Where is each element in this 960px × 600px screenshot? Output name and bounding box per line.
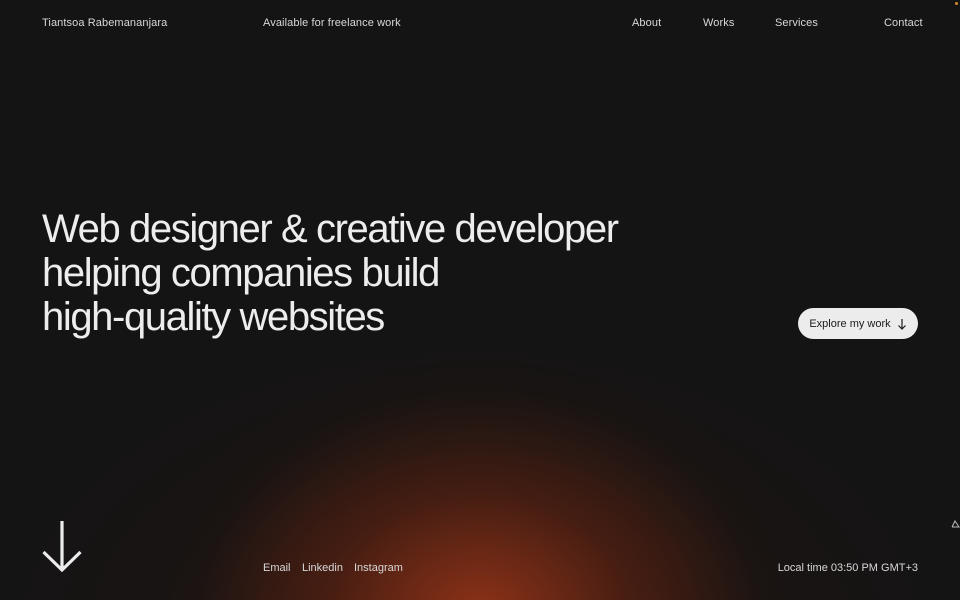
headline-line-3: high-quality websites bbox=[42, 295, 385, 339]
nav-contact-link[interactable]: Contact bbox=[884, 17, 923, 29]
arrow-down-icon bbox=[897, 318, 906, 330]
headline-line-1: Web designer & creative developer bbox=[42, 207, 619, 251]
availability-status: Available for freelance work bbox=[263, 17, 401, 29]
local-time: Local time 03:50 PM GMT+3 bbox=[777, 562, 918, 574]
nav-services-link[interactable]: Services bbox=[775, 17, 818, 29]
brand-name-link[interactable]: Tiantsoa Rabemananjara bbox=[42, 17, 167, 29]
linkedin-link[interactable]: Linkedin bbox=[302, 562, 343, 574]
hero-headline: Web designer & creative developer helpin… bbox=[42, 207, 619, 339]
scroll-down-arrow-icon[interactable] bbox=[42, 521, 82, 572]
headline-line-2: helping companies build bbox=[42, 251, 440, 295]
email-link[interactable]: Email bbox=[263, 562, 291, 574]
explore-my-work-label: Explore my work bbox=[809, 317, 891, 330]
nav-works-link[interactable]: Works bbox=[703, 17, 734, 29]
instagram-link[interactable]: Instagram bbox=[354, 562, 403, 574]
side-marker-icon bbox=[951, 520, 960, 528]
explore-my-work-button[interactable]: Explore my work bbox=[798, 308, 918, 339]
status-dot bbox=[955, 2, 958, 5]
nav-about-link[interactable]: About bbox=[632, 17, 661, 29]
